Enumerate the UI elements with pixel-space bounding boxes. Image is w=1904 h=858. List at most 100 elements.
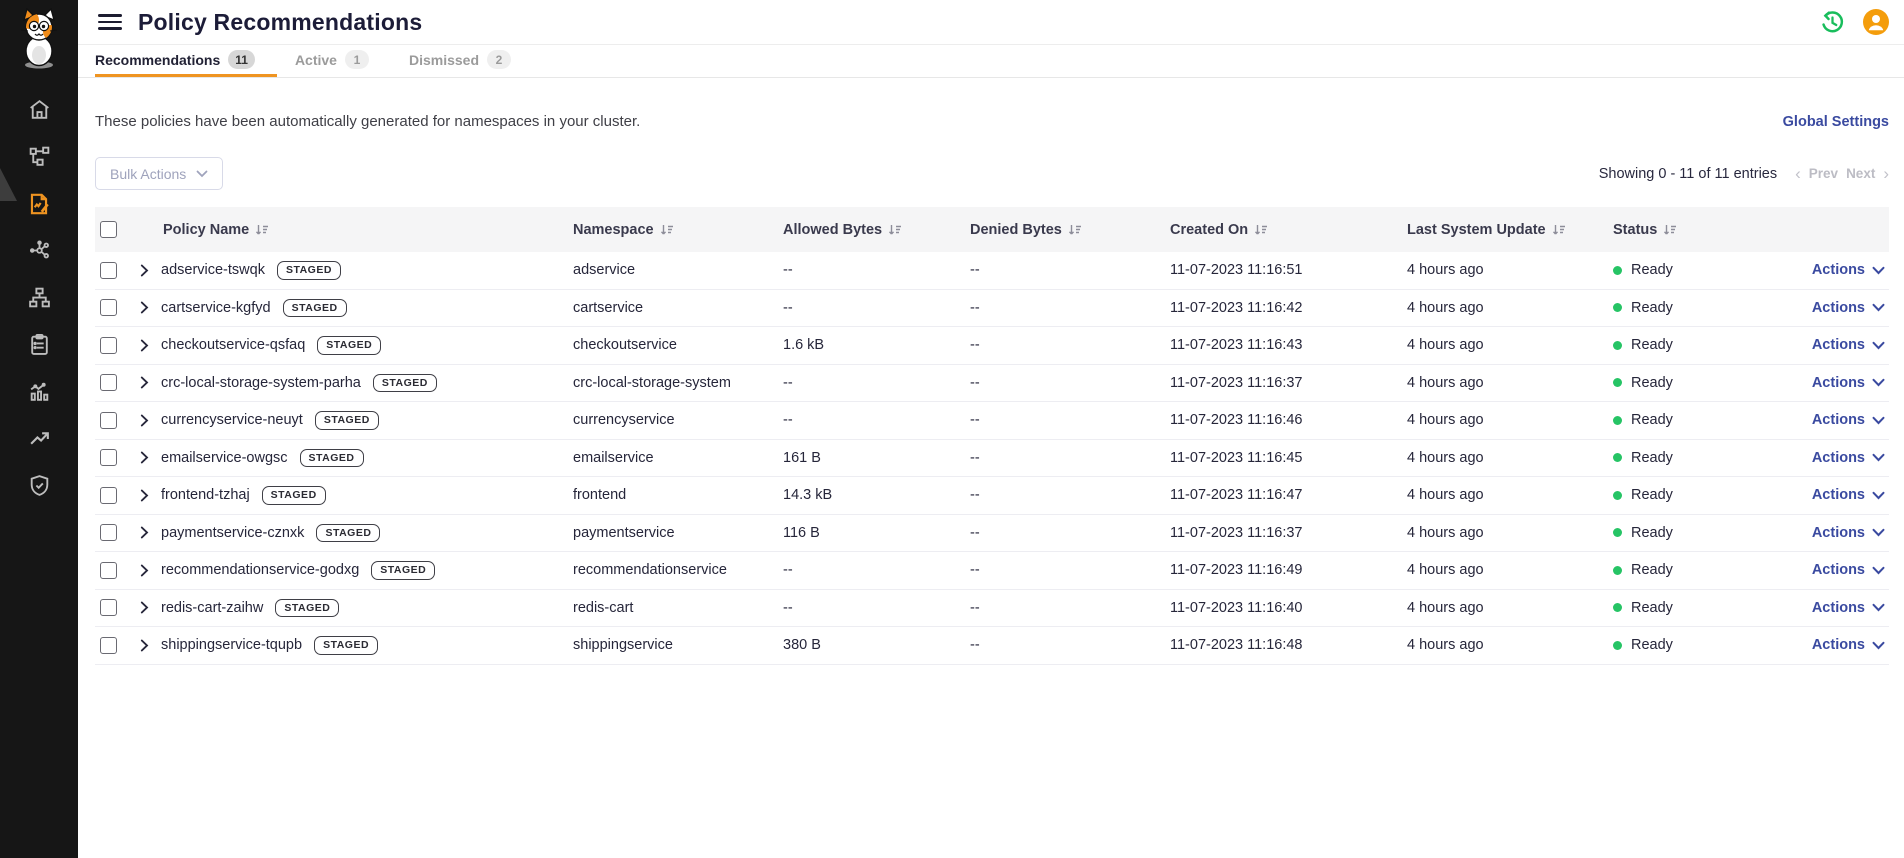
namespace-cell: checkoutservice <box>573 337 783 353</box>
chevron-left-icon[interactable]: ‹ <box>1795 165 1801 182</box>
row-checkbox[interactable] <box>100 449 117 466</box>
actions-dropdown[interactable]: Actions <box>1790 412 1889 428</box>
row-checkbox[interactable] <box>100 562 117 579</box>
chevron-right-icon[interactable] <box>140 564 149 577</box>
row-checkbox[interactable] <box>100 637 117 654</box>
policy-name[interactable]: adservice-tswqk <box>161 262 265 278</box>
column-header-namespace[interactable]: Namespace <box>573 222 783 238</box>
policy-name[interactable]: frontend-tzhaj <box>161 487 250 503</box>
row-checkbox[interactable] <box>100 599 117 616</box>
denied-bytes-cell: -- <box>970 600 1170 616</box>
tab-recommendations[interactable]: Recommendations 11 <box>95 45 277 77</box>
prev-button[interactable]: Prev <box>1809 166 1838 181</box>
chevron-right-icon[interactable] <box>140 639 149 652</box>
row-checkbox[interactable] <box>100 412 117 429</box>
trending-up-icon <box>27 426 52 451</box>
actions-dropdown[interactable]: Actions <box>1790 487 1889 503</box>
chevron-right-icon[interactable] <box>140 526 149 539</box>
top-header: Policy Recommendations <box>78 0 1904 45</box>
sidebar-item-home[interactable] <box>0 86 78 133</box>
chevron-right-icon[interactable] <box>140 601 149 614</box>
chevron-right-icon[interactable] <box>140 264 149 277</box>
sort-icon[interactable] <box>255 224 269 236</box>
next-button[interactable]: Next <box>1846 166 1875 181</box>
allowed-bytes-cell: -- <box>783 262 970 278</box>
actions-dropdown[interactable]: Actions <box>1790 262 1889 278</box>
allowed-bytes-cell: -- <box>783 375 970 391</box>
row-checkbox[interactable] <box>100 374 117 391</box>
chevron-right-icon[interactable] <box>140 451 149 464</box>
chevron-right-icon[interactable] <box>140 339 149 352</box>
row-checkbox[interactable] <box>100 337 117 354</box>
created-on-cell: 11-07-2023 11:16:49 <box>1170 562 1407 578</box>
staged-badge: STAGED <box>275 599 339 618</box>
actions-dropdown[interactable]: Actions <box>1790 337 1889 353</box>
sidebar-item-network-graph[interactable] <box>0 227 78 274</box>
policy-name[interactable]: crc-local-storage-system-parha <box>161 375 361 391</box>
cat-mascot-logo[interactable] <box>0 0 78 78</box>
column-header-denied-bytes[interactable]: Denied Bytes <box>970 222 1170 238</box>
namespace-cell: currencyservice <box>573 412 783 428</box>
actions-dropdown[interactable]: Actions <box>1790 450 1889 466</box>
sidebar-item-sitemap[interactable] <box>0 274 78 321</box>
chevron-down-icon <box>1872 266 1885 275</box>
chevron-right-icon[interactable] <box>140 376 149 389</box>
row-checkbox[interactable] <box>100 262 117 279</box>
policy-name[interactable]: recommendationservice-godxg <box>161 562 359 578</box>
policy-name[interactable]: cartservice-kgfyd <box>161 300 271 316</box>
policy-name[interactable]: currencyservice-neuyt <box>161 412 303 428</box>
policy-name[interactable]: checkoutservice-qsfaq <box>161 337 305 353</box>
policy-name[interactable]: paymentservice-cznxk <box>161 525 304 541</box>
chevron-right-icon[interactable] <box>140 489 149 502</box>
hamburger-menu-icon[interactable] <box>98 14 122 30</box>
column-header-allowed-bytes[interactable]: Allowed Bytes <box>783 222 970 238</box>
sort-icon[interactable] <box>1068 224 1082 236</box>
chevron-right-icon[interactable]: › <box>1883 165 1889 182</box>
policy-name[interactable]: shippingservice-tqupb <box>161 637 302 653</box>
column-header-created-on[interactable]: Created On <box>1170 222 1407 238</box>
actions-dropdown[interactable]: Actions <box>1790 525 1889 541</box>
actions-dropdown[interactable]: Actions <box>1790 637 1889 653</box>
row-checkbox[interactable] <box>100 524 117 541</box>
history-icon[interactable] <box>1818 8 1846 36</box>
actions-dropdown[interactable]: Actions <box>1790 600 1889 616</box>
staged-badge: STAGED <box>262 486 326 505</box>
staged-badge: STAGED <box>314 636 378 655</box>
active-section-wedge <box>0 168 17 201</box>
sort-icon[interactable] <box>1663 224 1677 236</box>
user-avatar-icon[interactable] <box>1862 8 1890 36</box>
actions-dropdown[interactable]: Actions <box>1790 300 1889 316</box>
tab-count-badge: 2 <box>487 50 511 69</box>
actions-dropdown[interactable]: Actions <box>1790 375 1889 391</box>
sidebar-item-metrics[interactable] <box>0 368 78 415</box>
column-header-policy-name[interactable]: Policy Name <box>140 222 573 238</box>
status-cell: Ready <box>1613 562 1790 578</box>
table-header-row: Policy Name Namespace Allowed Bytes Deni… <box>95 207 1889 252</box>
column-header-last-system-update[interactable]: Last System Update <box>1407 222 1613 238</box>
select-all-checkbox[interactable] <box>100 221 117 238</box>
sort-icon[interactable] <box>1254 224 1268 236</box>
status-dot <box>1613 416 1622 425</box>
sort-icon[interactable] <box>660 224 674 236</box>
chevron-down-icon <box>1872 641 1885 650</box>
actions-dropdown[interactable]: Actions <box>1790 562 1889 578</box>
table-row: recommendationservice-godxg STAGED recom… <box>95 552 1889 590</box>
sort-icon[interactable] <box>1552 224 1566 236</box>
bulk-actions-button[interactable]: Bulk Actions <box>95 157 223 190</box>
chevron-right-icon[interactable] <box>140 414 149 427</box>
sort-icon[interactable] <box>888 224 902 236</box>
policy-name[interactable]: emailservice-owgsc <box>161 450 288 466</box>
tab-dismissed[interactable]: Dismissed 2 <box>409 45 533 77</box>
row-checkbox[interactable] <box>100 299 117 316</box>
status-dot <box>1613 266 1622 275</box>
policy-name[interactable]: redis-cart-zaihw <box>161 600 263 616</box>
sidebar-item-clipboard[interactable] <box>0 321 78 368</box>
sidebar-item-compliance[interactable] <box>0 462 78 509</box>
column-header-status[interactable]: Status <box>1613 222 1790 238</box>
chevron-right-icon[interactable] <box>140 301 149 314</box>
table-body: adservice-tswqk STAGED adservice -- -- 1… <box>95 252 1889 665</box>
global-settings-link[interactable]: Global Settings <box>1783 114 1889 130</box>
row-checkbox[interactable] <box>100 487 117 504</box>
sidebar-item-trending[interactable] <box>0 415 78 462</box>
tab-active[interactable]: Active 1 <box>295 45 391 77</box>
